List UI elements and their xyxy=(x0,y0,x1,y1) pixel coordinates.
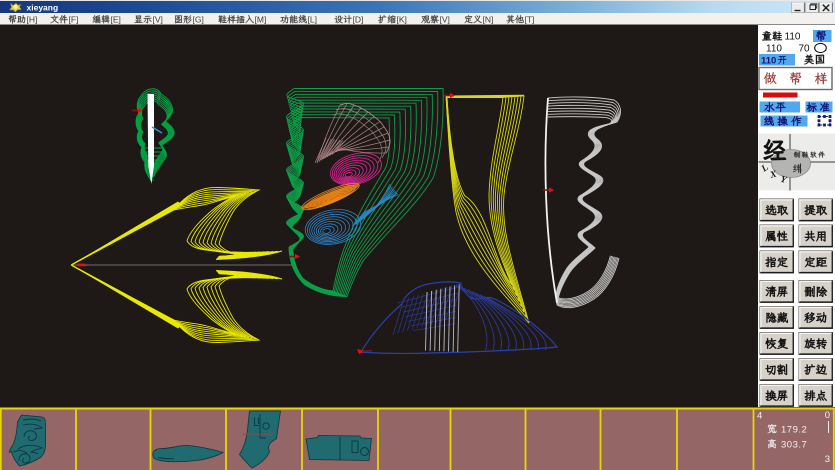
svg-text:[D]: [D] xyxy=(353,14,364,24)
svg-text:[K]: [K] xyxy=(397,14,407,24)
svg-text:[V]: [V] xyxy=(153,14,163,24)
svg-text:4: 4 xyxy=(757,411,762,422)
svg-text:[G]: [G] xyxy=(193,14,204,24)
svg-text:[T]: [T] xyxy=(525,14,535,24)
svg-text:110: 110 xyxy=(766,44,782,55)
svg-text:[L]: [L] xyxy=(308,14,317,24)
svg-text:70: 70 xyxy=(799,44,811,55)
svg-text:xieyang: xieyang xyxy=(27,2,59,12)
svg-text:303.7: 303.7 xyxy=(781,439,807,450)
svg-text:[N]: [N] xyxy=(483,14,494,24)
svg-text:110: 110 xyxy=(785,32,801,43)
svg-text:110: 110 xyxy=(761,55,776,66)
svg-text:3: 3 xyxy=(825,454,830,465)
svg-text:179.2: 179.2 xyxy=(781,424,807,435)
svg-text:[M]: [M] xyxy=(255,14,267,24)
svg-text:[V]: [V] xyxy=(440,14,450,24)
svg-text:[F]: [F] xyxy=(69,14,79,24)
svg-text:[H]: [H] xyxy=(27,14,38,24)
svg-text:0: 0 xyxy=(825,410,830,421)
svg-text:[E]: [E] xyxy=(111,14,121,24)
